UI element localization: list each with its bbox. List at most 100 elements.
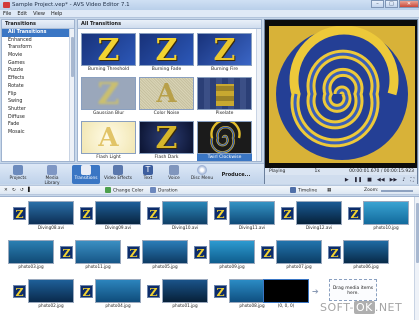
rotate-icon[interactable]: ↻ xyxy=(12,187,16,195)
view-mode-icon[interactable]: ▦ xyxy=(327,187,331,195)
produce-label: Produce... xyxy=(221,172,251,178)
text-button[interactable]: T Text xyxy=(134,165,162,184)
voice-button[interactable]: Voice xyxy=(160,165,188,184)
menu-edit[interactable]: Edit xyxy=(17,11,27,17)
transitions-scrollbar[interactable] xyxy=(256,29,261,161)
transition-tile[interactable]: Z Gaussian Blur xyxy=(81,77,136,117)
transition-marker[interactable]: Z xyxy=(147,285,160,299)
disc-menu-button[interactable]: Disc Menu xyxy=(188,165,216,184)
category-item[interactable]: Rotate xyxy=(2,83,74,91)
transition-thumbnail: Z xyxy=(139,121,194,154)
media-item[interactable]: photo09.jpg xyxy=(209,240,255,270)
video-effects-button[interactable]: Video Effects xyxy=(104,165,132,184)
stop-icon[interactable]: ■ xyxy=(367,177,372,183)
media-thumbnail xyxy=(162,201,208,225)
arrow-right-icon: ➔ xyxy=(312,287,319,296)
transition-marker[interactable]: Z xyxy=(348,207,361,221)
transition-marker[interactable]: Z xyxy=(194,246,207,260)
transition-marker[interactable]: Z xyxy=(281,207,294,221)
media-item[interactable]: Diving08.avi xyxy=(28,201,74,231)
transition-tile[interactable]: A Color Noise xyxy=(139,77,194,117)
menu-file[interactable]: File xyxy=(3,11,11,17)
media-item[interactable]: photo11.jpg xyxy=(75,240,121,270)
transitions-button[interactable]: Transitions xyxy=(72,165,100,184)
media-library-button[interactable]: Media Library xyxy=(38,165,66,186)
close-button[interactable]: ✕ xyxy=(399,0,419,8)
category-item[interactable]: Shutter xyxy=(2,106,74,114)
category-item[interactable]: Enhanced xyxy=(2,37,74,45)
zoom-slider[interactable] xyxy=(381,190,413,192)
rotate-ccw-icon[interactable]: ↺ xyxy=(20,187,24,195)
transition-marker[interactable]: Z xyxy=(13,285,26,299)
media-label: photo10.jpg xyxy=(373,225,399,230)
transition-marker[interactable]: Z xyxy=(60,246,73,260)
category-item[interactable]: Fade xyxy=(2,121,74,129)
media-item[interactable]: photo04.jpg xyxy=(95,279,141,309)
media-scrollbar[interactable] xyxy=(414,197,419,320)
media-item[interactable]: Diving12.avi xyxy=(296,201,342,231)
media-item[interactable]: Diving10.avi xyxy=(162,201,208,231)
transition-tile[interactable]: A Flash Light xyxy=(81,121,136,161)
next-frame-icon[interactable]: ▶▶ xyxy=(390,177,398,183)
transition-tile[interactable]: Z Burning Fade xyxy=(139,33,194,73)
delete-icon[interactable]: ✕ xyxy=(4,187,8,195)
transition-marker[interactable]: Z xyxy=(328,246,341,260)
timeline-button[interactable]: Timeline xyxy=(290,187,317,195)
duration-button[interactable]: Duration xyxy=(150,187,178,195)
media-item[interactable]: photo06.jpg xyxy=(343,240,389,270)
media-item[interactable]: Diving11.avi xyxy=(229,201,275,231)
transition-marker[interactable]: Z xyxy=(80,207,93,221)
minimize-button[interactable]: – xyxy=(371,0,384,8)
category-item[interactable]: Effects xyxy=(2,75,74,83)
preview-screen xyxy=(269,26,415,163)
media-item[interactable]: photo01.jpg xyxy=(162,279,208,309)
media-item[interactable]: photo05.jpg xyxy=(142,240,188,270)
transition-tile-selected[interactable]: Twirl Clockwise xyxy=(197,121,252,161)
transition-marker[interactable]: Z xyxy=(127,246,140,260)
produce-button[interactable]: Produce... xyxy=(216,169,256,181)
category-item[interactable]: Diffuse xyxy=(2,114,74,122)
duration-icon xyxy=(150,187,156,193)
transition-thumbnail: Z xyxy=(197,33,252,66)
transition-marker[interactable]: Z xyxy=(13,207,26,221)
media-item-selected[interactable]: (0, 0, 0) xyxy=(263,279,309,309)
category-item[interactable]: Puzzle xyxy=(2,67,74,75)
transition-tile[interactable]: Z Burning Fire xyxy=(197,33,252,73)
category-item[interactable]: Movie xyxy=(2,52,74,60)
media-item[interactable]: photo02.jpg xyxy=(28,279,74,309)
media-item[interactable]: photo10.jpg xyxy=(363,201,409,231)
media-item[interactable]: photo07.jpg xyxy=(276,240,322,270)
volume-icon[interactable]: ♪ xyxy=(402,177,405,183)
menu-view[interactable]: View xyxy=(33,11,45,17)
prev-frame-icon[interactable]: ◀◀ xyxy=(377,177,385,183)
category-item[interactable]: Swing xyxy=(2,98,74,106)
category-item[interactable]: Flip xyxy=(2,91,74,99)
category-item[interactable]: Transform xyxy=(2,44,74,52)
category-item[interactable]: All Transitions xyxy=(2,29,74,37)
transition-tile[interactable]: Z Flash Dark xyxy=(139,121,194,161)
transition-tile[interactable]: Pixelate xyxy=(197,77,252,117)
maximize-button[interactable]: □ xyxy=(385,0,398,8)
drag-drop-zone[interactable]: Drag media items here. xyxy=(329,279,377,301)
split-icon[interactable]: ▌ xyxy=(28,187,31,195)
media-thumbnail xyxy=(28,201,74,225)
play-icon[interactable]: ▶ xyxy=(345,177,349,183)
transition-marker[interactable]: Z xyxy=(147,207,160,221)
transition-marker[interactable]: Z xyxy=(261,246,274,260)
projects-button[interactable]: Projects xyxy=(4,165,32,184)
transition-tile[interactable]: Z Burning Threshold xyxy=(81,33,136,73)
category-scrollbar[interactable] xyxy=(69,29,74,161)
media-thumbnail xyxy=(8,240,54,264)
fullscreen-icon[interactable]: ⛶ xyxy=(410,177,414,183)
transition-thumbnail xyxy=(197,77,252,110)
media-item[interactable]: Diving09.avi xyxy=(95,201,141,231)
menu-help[interactable]: Help xyxy=(51,11,62,17)
pause-icon[interactable]: ❚❚ xyxy=(354,177,362,183)
transition-marker[interactable]: Z xyxy=(214,207,227,221)
transition-marker[interactable]: Z xyxy=(214,285,227,299)
category-item[interactable]: Mosaic xyxy=(2,129,74,137)
change-color-button[interactable]: Change Color xyxy=(105,187,143,195)
media-item[interactable]: photo03.jpg xyxy=(8,240,54,270)
transition-marker[interactable]: Z xyxy=(80,285,93,299)
category-item[interactable]: Games xyxy=(2,60,74,68)
